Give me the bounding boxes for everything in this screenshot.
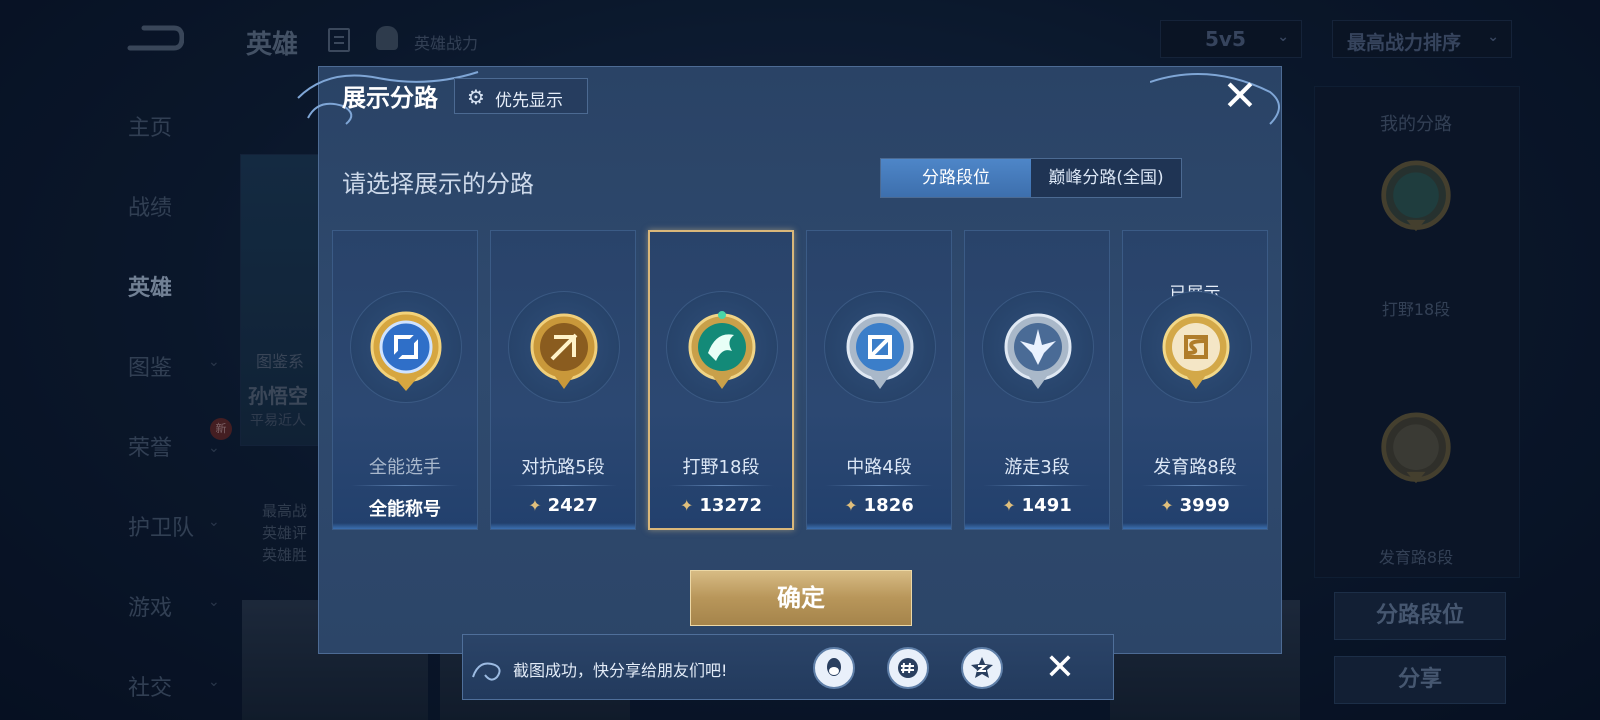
clash-lane-medal-icon (530, 313, 598, 389)
qzone-share-button[interactable] (961, 647, 1003, 689)
priority-display-button[interactable]: ⚙ 优先显示 (454, 78, 588, 114)
lane-value: ✦ 3999 (1160, 495, 1230, 516)
cloud-ornament-icon (472, 662, 501, 681)
roam-medal-icon (1004, 313, 1072, 389)
lane-card-allround[interactable]: 全能选手 全能称号 (332, 230, 478, 530)
lane-name: 全能选手 (369, 457, 441, 478)
mid-lane-medal-icon (846, 313, 914, 389)
power-icon: ✦ (1160, 496, 1174, 515)
lane-value: ✦ 2427 (528, 495, 598, 516)
lane-card-roam[interactable]: 游走3段 ✦ 1491 (964, 230, 1110, 530)
moments-share-button[interactable] (887, 647, 929, 689)
lane-tab-switch: 分路段位 巅峰分路(全国) (880, 158, 1182, 198)
wechat-moments-icon (898, 658, 918, 678)
lane-value: ✦ 1826 (844, 495, 914, 516)
close-icon[interactable]: ✕ (1218, 74, 1262, 118)
power-icon: ✦ (844, 496, 858, 515)
qq-icon (827, 658, 841, 676)
lane-card-jungle[interactable]: 打野18段 ✦ 13272 (648, 230, 794, 530)
lane-card-mid[interactable]: 中路4段 ✦ 1826 (806, 230, 952, 530)
power-icon: ✦ (528, 496, 542, 515)
tab-peak-lane[interactable]: 巅峰分路(全国) (1031, 159, 1181, 197)
select-prompt: 请选择展示的分路 (342, 170, 534, 198)
qq-share-button[interactable] (813, 647, 855, 689)
tab-lane-rank[interactable]: 分路段位 (881, 159, 1031, 197)
lane-name: 中路4段 (846, 457, 912, 478)
power-icon: ✦ (1002, 496, 1016, 515)
lane-value: ✦ 13272 (679, 495, 763, 516)
lane-value: ✦ 1491 (1002, 495, 1072, 516)
power-icon: ✦ (679, 496, 694, 515)
screenshot-toast: 截图成功，快分享给朋友们吧! ✕ (462, 634, 1114, 700)
lane-value: 全能称号 (369, 499, 441, 520)
confirm-button[interactable]: 确定 (690, 570, 912, 626)
toast-message: 截图成功，快分享给朋友们吧! (513, 661, 728, 680)
lane-name: 游走3段 (1004, 457, 1070, 478)
allround-medal-icon (370, 311, 442, 391)
jungle-medal-icon (688, 311, 756, 389)
modal-title: 展示分路 (342, 84, 438, 112)
lane-name: 打野18段 (682, 457, 760, 478)
gear-icon: ⚙ (467, 85, 485, 109)
lane-name: 发育路8段 (1153, 457, 1237, 478)
farm-lane-medal-icon (1162, 313, 1230, 389)
lane-card-clash[interactable]: 对抗路5段 ✦ 2427 (490, 230, 636, 530)
close-icon[interactable]: ✕ (1041, 649, 1079, 687)
lane-card-farm[interactable]: 已展示 发育路8段 ✦3999 (1122, 230, 1268, 530)
lane-name: 对抗路5段 (521, 457, 605, 478)
qzone-icon (971, 657, 993, 678)
